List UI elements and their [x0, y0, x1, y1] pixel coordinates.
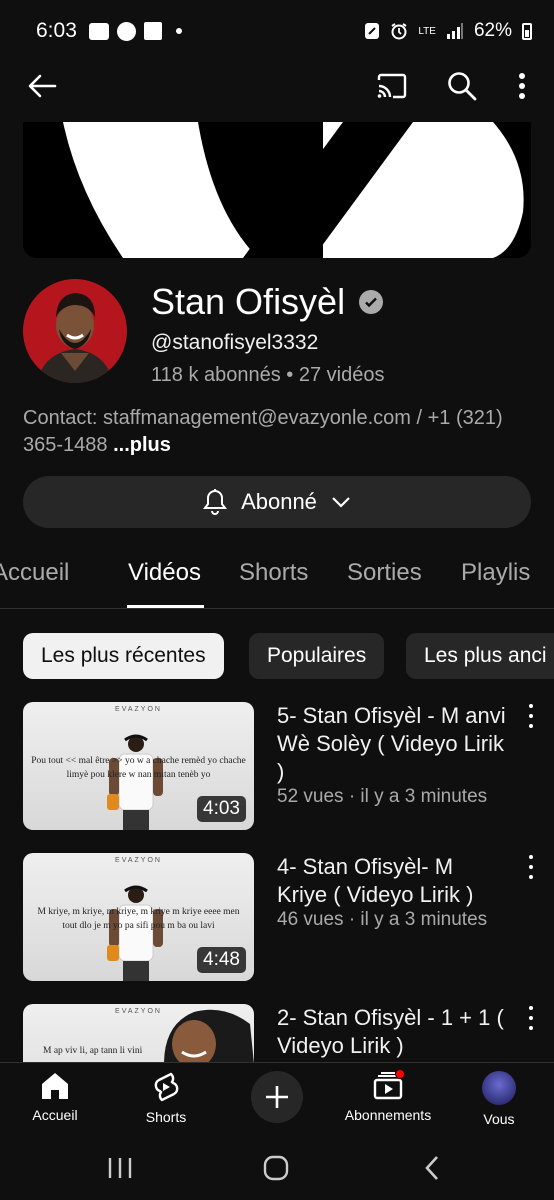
channel-name-row: Stan Ofisyèl — [151, 281, 384, 323]
video-thumbnail[interactable]: EVAZYON Pou tout << mal être >> yo w a c… — [23, 702, 254, 830]
avatar-portrait — [23, 279, 127, 383]
network-type: LTE — [418, 25, 436, 37]
home-system-button[interactable] — [256, 1152, 296, 1184]
recent-apps-icon — [108, 1158, 132, 1178]
nav-shorts[interactable]: Shorts — [116, 1071, 216, 1125]
nav-you[interactable]: Vous — [449, 1071, 549, 1127]
tab-playlists[interactable]: Playlis — [461, 559, 530, 587]
video-more-options-icon[interactable] — [521, 855, 541, 879]
battery-percent: 62% — [473, 20, 512, 41]
video-item[interactable]: EVAZYON M kriye, m kriye, m kriye, m kri… — [23, 853, 543, 981]
video-thumbnail[interactable]: EVAZYON M kriye, m kriye, m kriye, m kri… — [23, 853, 254, 981]
subscriptions-icon-wrap — [371, 1069, 405, 1101]
cast-icon — [377, 73, 407, 99]
chip-oldest[interactable]: Les plus anci — [406, 633, 554, 679]
verified-badge-icon — [359, 290, 384, 314]
bottom-navigation: Accueil Shorts Abonnements Vous — [0, 1062, 554, 1136]
video-duration: 4:03 — [197, 796, 246, 822]
shorts-icon — [154, 1072, 179, 1102]
channel-avatar[interactable] — [23, 279, 127, 383]
video-meta: 46 vues · il y a 3 minutes — [277, 909, 488, 930]
more-vertical-icon — [519, 73, 525, 99]
thumbnail-brand: EVAZYON — [115, 857, 162, 864]
channel-tabs: Accueil Vidéos Shorts Sorties Playlis — [0, 545, 554, 609]
plus-icon — [266, 1086, 288, 1108]
bell-icon — [203, 489, 228, 515]
soccer-notification-icon — [116, 21, 136, 41]
alarm-icon — [391, 23, 407, 40]
cast-button[interactable] — [372, 66, 412, 106]
youtube-notification-icon — [88, 22, 109, 40]
active-tab-indicator — [127, 605, 204, 608]
chip-popular[interactable]: Populaires — [249, 633, 385, 679]
search-button[interactable] — [442, 66, 482, 106]
subscribed-button[interactable]: Abonné — [23, 476, 531, 528]
subscribed-label: Abonné — [241, 489, 317, 514]
thumbnail-lyrics: M kriye, m kriye, m kriye, m kriye m kri… — [37, 907, 240, 931]
battery-icon — [522, 22, 532, 40]
video-more-options-icon[interactable] — [521, 704, 541, 728]
chevron-left-icon — [425, 1156, 438, 1180]
status-time: 6:03 — [36, 19, 77, 42]
thumbnail-figure — [107, 734, 163, 830]
tab-sorties[interactable]: Sorties — [347, 559, 422, 587]
nav-you-label: Vous — [483, 1111, 515, 1127]
nfc-icon — [365, 23, 380, 39]
video-duration: 4:48 — [197, 947, 246, 973]
status-bar: 6:03 LTE 62% — [0, 0, 554, 62]
video-more-options-icon[interactable] — [521, 1006, 541, 1030]
description-more-link[interactable]: ...plus — [113, 434, 171, 456]
nav-home-label: Accueil — [32, 1107, 78, 1123]
thumbnail-portrait — [164, 1009, 254, 1062]
channel-contact-text: Contact: staffmanagement@evazyonle.com /… — [23, 407, 503, 456]
nav-shorts-label: Shorts — [145, 1109, 187, 1125]
status-right: LTE 62% — [364, 20, 532, 42]
channel-banner — [23, 122, 531, 258]
video-title[interactable]: 5- Stan Ofisyèl - M anvi Wè Solèy ( Vide… — [277, 702, 509, 786]
channel-name: Stan Ofisyèl — [151, 281, 346, 322]
tab-accueil[interactable]: Accueil — [0, 559, 69, 587]
channel-stats: 118 k abonnés • 27 vidéos — [151, 364, 385, 386]
search-icon — [448, 72, 477, 101]
video-item[interactable]: EVAZYON M ap viv li, ap tann li vini 2- … — [23, 1004, 543, 1062]
linkedin-notification-icon — [143, 22, 162, 40]
video-title[interactable]: 2- Stan Ofisyèl - 1 + 1 ( Videyo Lirik ) — [277, 1004, 509, 1060]
video-title[interactable]: 4- Stan Ofisyèl- M Kriye ( Videyo Lirik … — [277, 853, 509, 909]
top-app-bar — [0, 62, 554, 108]
tab-videos[interactable]: Vidéos — [128, 559, 201, 587]
video-item[interactable]: EVAZYON Pou tout << mal être >> yo w a c… — [23, 702, 543, 830]
more-notifications-icon — [175, 28, 182, 34]
system-navigation-bar — [0, 1136, 554, 1200]
recent-apps-button[interactable] — [100, 1152, 140, 1184]
tab-shorts[interactable]: Shorts — [239, 559, 308, 587]
chip-most-recent[interactable]: Les plus récentes — [23, 633, 224, 679]
nav-subscriptions-label: Abonnements — [344, 1107, 432, 1123]
video-meta: 52 vues · il y a 3 minutes — [277, 786, 488, 807]
more-options-button[interactable] — [502, 66, 542, 106]
thumbnail-brand: EVAZYON — [115, 706, 162, 713]
notification-dot — [395, 1069, 405, 1079]
sort-chips: Les plus récentes Populaires Les plus an… — [0, 633, 554, 679]
thumbnail-figure — [107, 885, 163, 981]
back-system-button[interactable] — [412, 1152, 452, 1184]
chevron-down-icon — [332, 497, 350, 508]
back-button[interactable] — [22, 66, 62, 106]
channel-description[interactable]: Contact: staffmanagement@evazyonle.com /… — [23, 405, 523, 459]
thumbnail-lyrics: Pou tout << mal être >> yo w a chache re… — [31, 756, 246, 780]
nav-home[interactable]: Accueil — [5, 1071, 105, 1123]
signal-icon — [446, 23, 463, 39]
channel-handle: @stanofisyel3332 — [151, 331, 319, 354]
home-square-icon — [263, 1155, 289, 1181]
status-left: 6:03 — [36, 19, 182, 43]
banner-graphic — [23, 122, 531, 258]
nav-subscriptions[interactable]: Abonnements — [338, 1069, 438, 1123]
home-icon — [42, 1073, 68, 1099]
arrow-left-icon — [28, 74, 57, 98]
video-thumbnail[interactable]: EVAZYON M ap viv li, ap tann li vini — [23, 1004, 254, 1062]
profile-avatar — [482, 1071, 516, 1105]
create-button[interactable] — [251, 1071, 303, 1123]
